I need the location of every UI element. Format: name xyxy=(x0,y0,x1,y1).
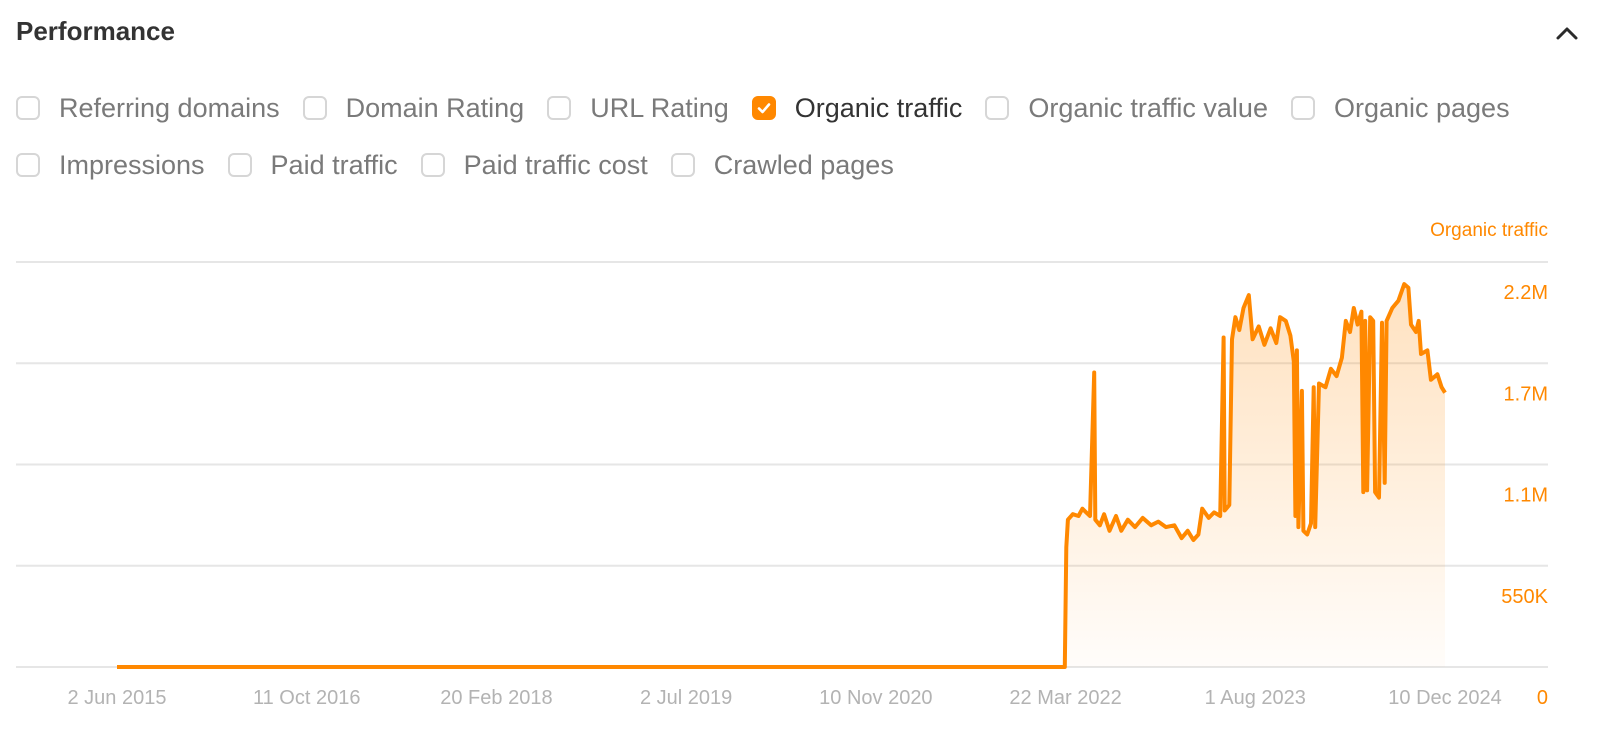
series-area xyxy=(117,284,1445,667)
filter-paid-traffic[interactable]: Paid traffic xyxy=(227,149,398,181)
checkbox[interactable] xyxy=(1290,96,1315,120)
chevron-up-icon xyxy=(1556,27,1578,40)
x-tick-label: 2 Jun 2015 xyxy=(68,687,167,709)
section-header: Performance xyxy=(16,14,1586,50)
filter-label: Paid traffic cost xyxy=(463,149,648,180)
filter-organic-traffic-value[interactable]: Organic traffic value xyxy=(985,93,1268,124)
organic-traffic-chart: Organic traffic 0 550K 1.1M 1.7M 2.2M 2 Jun 20… xyxy=(16,220,1549,709)
filter-label: Organic traffic xyxy=(794,92,963,123)
checkbox[interactable] xyxy=(302,96,327,120)
y-tick-label: 1.7M xyxy=(1504,383,1548,405)
section-title: Performance xyxy=(16,16,175,46)
filter-crawled-pages[interactable]: Crawled pages xyxy=(670,149,894,181)
filter-paid-traffic-cost[interactable]: Paid traffic cost xyxy=(420,149,648,181)
filter-row: Referring domains Domain Rating URL Rating… xyxy=(16,88,1576,128)
collapse-button[interactable] xyxy=(1552,18,1582,48)
metric-filters: Referring domains Domain Rating URL Rating… xyxy=(16,88,1576,202)
checkbox[interactable] xyxy=(985,96,1010,120)
y-tick-label: 2.2M xyxy=(1504,282,1548,304)
y-tick-label: 550K xyxy=(1501,586,1548,608)
filter-organic-traffic[interactable]: Organic traffic xyxy=(751,92,963,124)
checkbox[interactable] xyxy=(420,153,445,177)
y-tick-label: 0 xyxy=(1537,687,1548,709)
filter-url-rating[interactable]: URL Rating xyxy=(547,93,729,124)
filter-impressions[interactable]: Impressions xyxy=(16,150,205,181)
checkbox[interactable] xyxy=(547,96,572,120)
filter-row: Impressions Paid traffic Paid traffic cost… xyxy=(16,145,1576,185)
filter-label: Referring domains xyxy=(59,92,280,123)
checkbox[interactable] xyxy=(16,96,40,120)
x-tick-label: 11 Oct 2016 xyxy=(253,687,360,709)
filter-label: Crawled pages xyxy=(713,149,894,180)
checkbox[interactable] xyxy=(670,153,695,177)
x-tick-label: 20 Feb 2018 xyxy=(440,687,552,709)
filter-label: Domain Rating xyxy=(345,92,525,123)
filter-label: Organic pages xyxy=(1333,92,1510,123)
filter-label: URL Rating xyxy=(590,92,729,123)
filter-organic-pages[interactable]: Organic pages xyxy=(1290,92,1510,124)
filter-label: Organic traffic value xyxy=(1028,92,1268,123)
filter-label: Paid traffic xyxy=(270,149,398,180)
x-tick-label: 10 Dec 2024 xyxy=(1388,687,1501,709)
x-tick-label: 2 Jul 2019 xyxy=(640,687,732,709)
filter-label: Impressions xyxy=(59,149,205,180)
checkbox[interactable] xyxy=(227,153,252,177)
x-tick-label: 1 Aug 2023 xyxy=(1205,687,1306,709)
y-tick-label: 1.1M xyxy=(1504,485,1548,507)
checkbox[interactable] xyxy=(16,153,40,177)
filter-domain-rating[interactable]: Domain Rating xyxy=(302,92,525,124)
checkbox[interactable] xyxy=(751,96,776,120)
x-tick-label: 22 Mar 2022 xyxy=(1009,687,1121,709)
x-tick-label: 10 Nov 2020 xyxy=(819,687,932,709)
filter-referring-domains[interactable]: Referring domains xyxy=(16,93,280,124)
checkmark-icon xyxy=(757,103,771,114)
series-axis-label: Organic traffic xyxy=(1430,220,1548,241)
